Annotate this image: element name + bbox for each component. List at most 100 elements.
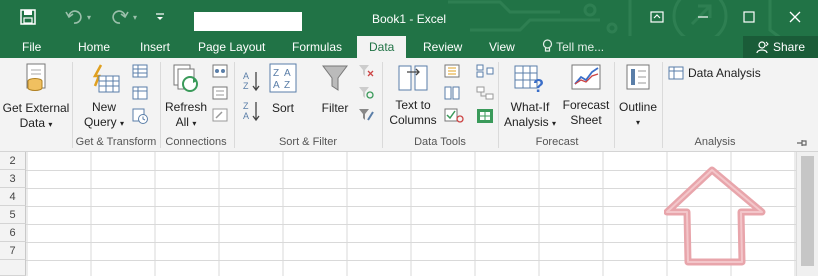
save-button[interactable] [14, 6, 42, 28]
share-label: Share [772, 40, 806, 54]
share-button[interactable]: Share [743, 36, 818, 58]
vertical-scrollbar[interactable] [796, 152, 818, 276]
row-header[interactable]: 4 [0, 188, 26, 206]
refresh-all-button[interactable]: Refresh All ▾ [162, 62, 210, 131]
undo-button[interactable]: ▾ [58, 6, 98, 28]
flash-fill-icon [444, 64, 460, 78]
name-box[interactable] [194, 12, 302, 31]
clear-filter-icon [359, 65, 374, 77]
data-validation-button[interactable] [444, 108, 464, 127]
consolidate-button[interactable] [476, 64, 494, 81]
undo-dropdown-icon: ▾ [86, 12, 91, 22]
refresh-all-line2: All [175, 115, 189, 129]
ribbon-display-icon [650, 10, 664, 23]
sort-button[interactable]: ZAAZ Sort [264, 62, 302, 116]
get-external-data-line1: Get External [2, 101, 70, 115]
tab-file[interactable]: File [22, 36, 41, 58]
relationships-button[interactable] [476, 86, 494, 103]
collapse-ribbon-button[interactable] [796, 138, 808, 151]
svg-text:A: A [243, 111, 249, 121]
maximize-button[interactable] [726, 0, 772, 33]
svg-text:A: A [273, 80, 280, 91]
tab-view[interactable]: View [489, 36, 515, 58]
person-icon [756, 40, 769, 53]
close-icon [789, 11, 801, 22]
row-header[interactable]: 2 [0, 152, 26, 170]
group-label-analysis: Analysis [694, 136, 736, 148]
new-query-line1: New [91, 100, 116, 114]
table-icon [132, 64, 148, 78]
new-query-button[interactable]: New Query ▾ [78, 62, 130, 131]
sort-icon: Z AA Z [269, 63, 297, 93]
tab-page-layout[interactable]: Page Layout [198, 36, 265, 58]
tell-me-box[interactable]: Tell me... [542, 36, 604, 58]
sort-a-to-z-button[interactable]: AZ [242, 70, 262, 95]
get-external-data-button[interactable]: Get External Data ▾ [2, 62, 70, 132]
svg-text:Z: Z [243, 101, 249, 111]
database-document-icon [26, 63, 46, 91]
customize-qat-icon [156, 13, 164, 20]
tell-me-placeholder: Tell me... [556, 40, 605, 54]
reapply-button[interactable] [358, 86, 374, 103]
group-label-forecast: Forecast [535, 136, 579, 148]
reapply-icon [359, 87, 374, 99]
sort-label: Sort [271, 101, 294, 115]
recent-sources-button[interactable] [132, 108, 148, 127]
row-header[interactable]: 6 [0, 224, 26, 242]
worksheet-grid[interactable]: 2 3 4 5 6 7 [0, 152, 818, 276]
ribbon-tab-bar: File Home Insert Page Layout Formulas Da… [0, 36, 818, 58]
show-queries-button[interactable] [132, 64, 148, 81]
customize-qat-button[interactable] [150, 6, 170, 28]
row-header[interactable]: 3 [0, 170, 26, 188]
tab-review[interactable]: Review [423, 36, 462, 58]
tab-insert[interactable]: Insert [140, 36, 170, 58]
data-analysis-icon [668, 66, 684, 80]
sort-z-to-a-button[interactable]: ZA [242, 100, 262, 125]
row-header[interactable] [0, 260, 26, 276]
flash-fill-button[interactable] [444, 64, 460, 81]
consolidate-icon [476, 64, 494, 78]
ribbon-display-options-button[interactable] [634, 0, 680, 33]
tab-formulas[interactable]: Formulas [292, 36, 342, 58]
chevron-down-icon: ▾ [48, 120, 53, 129]
clear-filter-button[interactable] [358, 64, 374, 81]
tab-data[interactable]: Data [357, 36, 407, 58]
vertical-scrollbar-thumb[interactable] [801, 156, 814, 266]
minimize-button[interactable] [680, 0, 726, 33]
row-header[interactable]: 5 [0, 206, 26, 224]
close-button[interactable] [772, 0, 818, 33]
outline-button[interactable]: Outline ▾ [616, 62, 660, 130]
forecast-sheet-button[interactable]: Forecast Sheet [560, 62, 612, 128]
remove-duplicates-button[interactable] [444, 86, 460, 103]
properties-icon [212, 86, 228, 100]
connections-button[interactable] [212, 64, 228, 81]
new-query-icon [92, 64, 120, 93]
data-analysis-button[interactable]: Data Analysis [668, 66, 761, 80]
properties-button[interactable] [212, 86, 228, 103]
text-to-columns-line1: Text to [395, 98, 431, 112]
manage-data-model-button[interactable] [476, 108, 494, 127]
outline-label: Outline [618, 100, 658, 114]
redo-dropdown-icon: ▾ [132, 12, 137, 22]
advanced-filter-button[interactable] [358, 108, 374, 125]
forecast-sheet-line2: Sheet [570, 113, 602, 127]
filter-label: Filter [321, 101, 349, 115]
edit-links-button[interactable] [212, 108, 228, 125]
what-if-analysis-button[interactable]: ? What-If Analysis ▾ [502, 62, 558, 131]
redo-button[interactable]: ▾ [104, 6, 144, 28]
title-bar: ▾ ▾ Book1 - Excel [0, 0, 818, 36]
filter-button[interactable]: Filter [316, 62, 354, 116]
new-query-line2: Query [83, 115, 117, 129]
text-to-columns-button[interactable]: Text to Columns [386, 62, 440, 128]
data-analysis-label: Data Analysis [688, 66, 761, 80]
svg-text:?: ? [533, 76, 544, 96]
tab-home[interactable]: Home [78, 36, 110, 58]
maximize-icon [743, 10, 755, 23]
from-table-button[interactable] [132, 86, 148, 103]
chevron-down-icon: ▾ [192, 119, 197, 128]
what-if-line1: What-If [510, 100, 550, 114]
pin-icon [797, 140, 807, 146]
svg-text:Z: Z [284, 80, 290, 91]
row-header[interactable]: 7 [0, 242, 26, 260]
sort-descending-icon: ZA [243, 101, 260, 122]
